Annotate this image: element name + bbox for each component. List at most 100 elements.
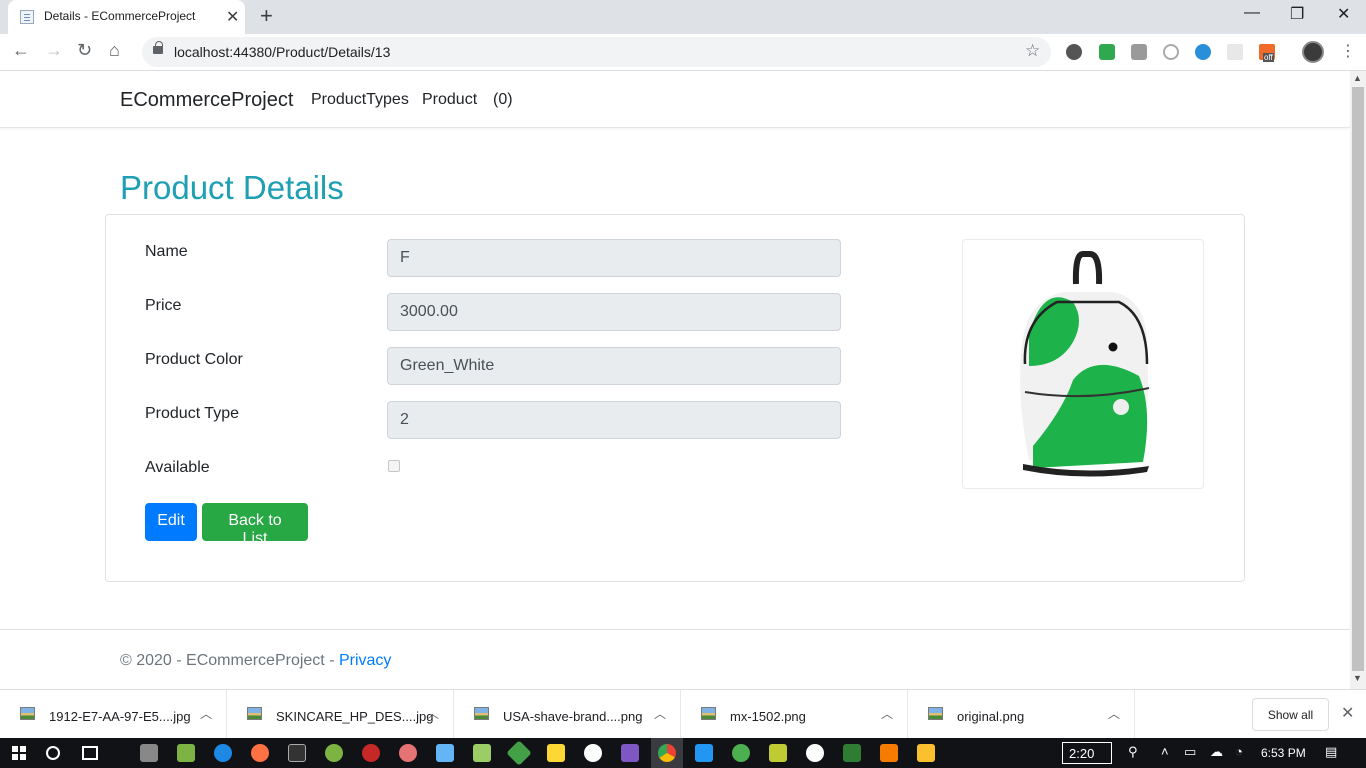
nav-link-product[interactable]: Product (422, 91, 477, 109)
name-label: Name (145, 243, 188, 260)
close-tab-icon[interactable]: ✕ (226, 7, 239, 27)
image-file-icon (701, 707, 716, 720)
extension-badge: off (1263, 53, 1274, 62)
extension-icon[interactable] (1066, 44, 1082, 60)
windows-start-icon[interactable] (12, 746, 26, 760)
image-file-icon (474, 707, 489, 720)
price-label: Price (145, 297, 182, 314)
timer-box[interactable]: 2:20 (1062, 742, 1112, 764)
product-type-field[interactable] (387, 401, 841, 439)
name-field[interactable] (387, 239, 841, 277)
chrome-icon (658, 744, 676, 762)
image-file-icon (20, 707, 35, 720)
price-field[interactable] (387, 293, 841, 331)
lock-icon (153, 41, 163, 54)
app-icon[interactable] (769, 744, 787, 762)
app-icon[interactable] (362, 744, 380, 762)
minimize-window-button[interactable]: — (1244, 4, 1260, 22)
close-downloads-icon[interactable]: ✕ (1341, 703, 1354, 723)
app-icon[interactable] (506, 740, 532, 766)
available-checkbox[interactable] (388, 460, 400, 472)
visual-studio-icon[interactable] (621, 744, 639, 762)
notifications-icon[interactable]: ▤ (1325, 744, 1337, 760)
forward-arrow-icon[interactable]: → (45, 40, 63, 61)
cart-count-link[interactable]: (0) (493, 91, 513, 109)
download-item[interactable]: original.png ︿ (908, 690, 1135, 739)
file-explorer-icon[interactable] (917, 744, 935, 762)
calculator-icon[interactable] (140, 744, 158, 762)
nav-link-producttypes[interactable]: ProductTypes (311, 91, 409, 109)
backpack-image (1020, 251, 1150, 477)
system-clock[interactable]: 6:53 PM (1261, 746, 1306, 760)
site-brand-link[interactable]: ECommerceProject (120, 89, 293, 112)
firefox-icon[interactable] (251, 744, 269, 762)
badge-extension-icon[interactable]: off (1259, 44, 1275, 62)
product-color-field[interactable] (387, 347, 841, 385)
new-tab-button[interactable]: + (260, 3, 273, 29)
chevron-up-icon[interactable]: ︿ (654, 705, 666, 722)
people-icon[interactable]: ⚲ (1128, 744, 1138, 760)
notes-icon[interactable] (547, 744, 565, 762)
download-item[interactable]: mx-1502.png ︿ (681, 690, 908, 739)
battery-icon[interactable]: ▭ (1184, 744, 1196, 760)
app-icon[interactable] (177, 744, 195, 762)
chevron-up-icon[interactable]: ︿ (427, 705, 439, 722)
task-view-icon[interactable] (82, 746, 98, 760)
back-to-list-button[interactable]: Back to List (202, 503, 308, 547)
chrome-active-taskbar[interactable] (651, 738, 683, 768)
edit-button[interactable]: Edit (145, 503, 197, 541)
privacy-link[interactable]: Privacy (339, 652, 391, 669)
page-viewport: ECommerceProject ProductTypes Product (0… (0, 71, 1350, 689)
menu-kebab-icon[interactable]: ⋮ (1340, 41, 1356, 61)
chevron-up-icon[interactable]: ˄ (1161, 744, 1169, 759)
bookmark-star-icon[interactable]: ☆ (1025, 41, 1040, 61)
close-window-button[interactable]: ✕ (1337, 4, 1350, 24)
scroll-up-icon[interactable]: ▲ (1353, 73, 1362, 83)
wifi-icon[interactable]: ◔ (1235, 744, 1243, 759)
browser-tab[interactable]: Details - ECommerceProject ✕ (8, 0, 245, 34)
search-icon[interactable] (46, 746, 60, 760)
downloads-bar: 1912-E7-AA-97-E5....jpg ︿ SKINCARE_HP_DE… (0, 689, 1366, 739)
address-bar[interactable]: localhost:44380/Product/Details/13 ☆ (142, 37, 1051, 67)
app-icon[interactable] (584, 744, 602, 762)
home-icon[interactable]: ⌂ (109, 40, 120, 61)
product-color-label: Product Color (145, 351, 243, 368)
app-icon[interactable] (399, 744, 417, 762)
image-file-icon (928, 707, 943, 720)
image-file-icon (247, 707, 262, 720)
site-footer: © 2020 - ECommerceProject - Privacy (0, 629, 1350, 689)
shield-extension-icon[interactable] (1099, 44, 1115, 60)
torrent-icon[interactable] (325, 744, 343, 762)
download-item[interactable]: 1912-E7-AA-97-E5....jpg ︿ (0, 690, 227, 739)
scroll-down-icon[interactable]: ▼ (1353, 673, 1362, 683)
vertical-scrollbar[interactable]: ▲ ▼ (1350, 71, 1366, 689)
reload-icon[interactable]: ↻ (77, 40, 92, 61)
android-icon[interactable] (473, 744, 491, 762)
camera-extension-icon[interactable] (1131, 44, 1147, 60)
link-extension-icon[interactable] (1163, 44, 1179, 60)
chevron-up-icon[interactable]: ︿ (200, 705, 212, 722)
virtualbox-icon[interactable] (436, 744, 454, 762)
show-all-downloads-button[interactable]: Show all (1252, 698, 1329, 731)
terminal-icon[interactable] (288, 744, 306, 762)
globe-extension-icon[interactable] (1195, 44, 1211, 60)
chevron-up-icon[interactable]: ︿ (881, 705, 893, 722)
scrollbar-thumb[interactable] (1352, 87, 1364, 671)
grid-extension-icon[interactable] (1227, 44, 1243, 60)
excel-icon[interactable] (843, 744, 861, 762)
network-icon[interactable]: ☁ (1210, 744, 1223, 760)
windows-taskbar: 2:20 ⚲ ˄ ▭ ☁ ◔ 6:53 PM ▤ (0, 738, 1366, 768)
chevron-up-icon[interactable]: ︿ (1108, 705, 1120, 722)
profile-avatar[interactable] (1302, 41, 1324, 63)
app-icon[interactable] (732, 744, 750, 762)
url-text[interactable]: localhost:44380/Product/Details/13 (174, 44, 390, 60)
edge-icon[interactable] (214, 744, 232, 762)
mongodb-icon[interactable] (806, 744, 824, 762)
download-item[interactable]: SKINCARE_HP_DES....jpg ︿ (227, 690, 454, 739)
xampp-icon[interactable] (880, 744, 898, 762)
vscode-icon[interactable] (695, 744, 713, 762)
restore-window-button[interactable]: ❐ (1290, 4, 1304, 24)
back-arrow-icon[interactable]: ← (12, 40, 30, 61)
download-filename: 1912-E7-AA-97-E5....jpg (49, 709, 191, 724)
download-item[interactable]: USA-shave-brand....png ︿ (454, 690, 681, 739)
